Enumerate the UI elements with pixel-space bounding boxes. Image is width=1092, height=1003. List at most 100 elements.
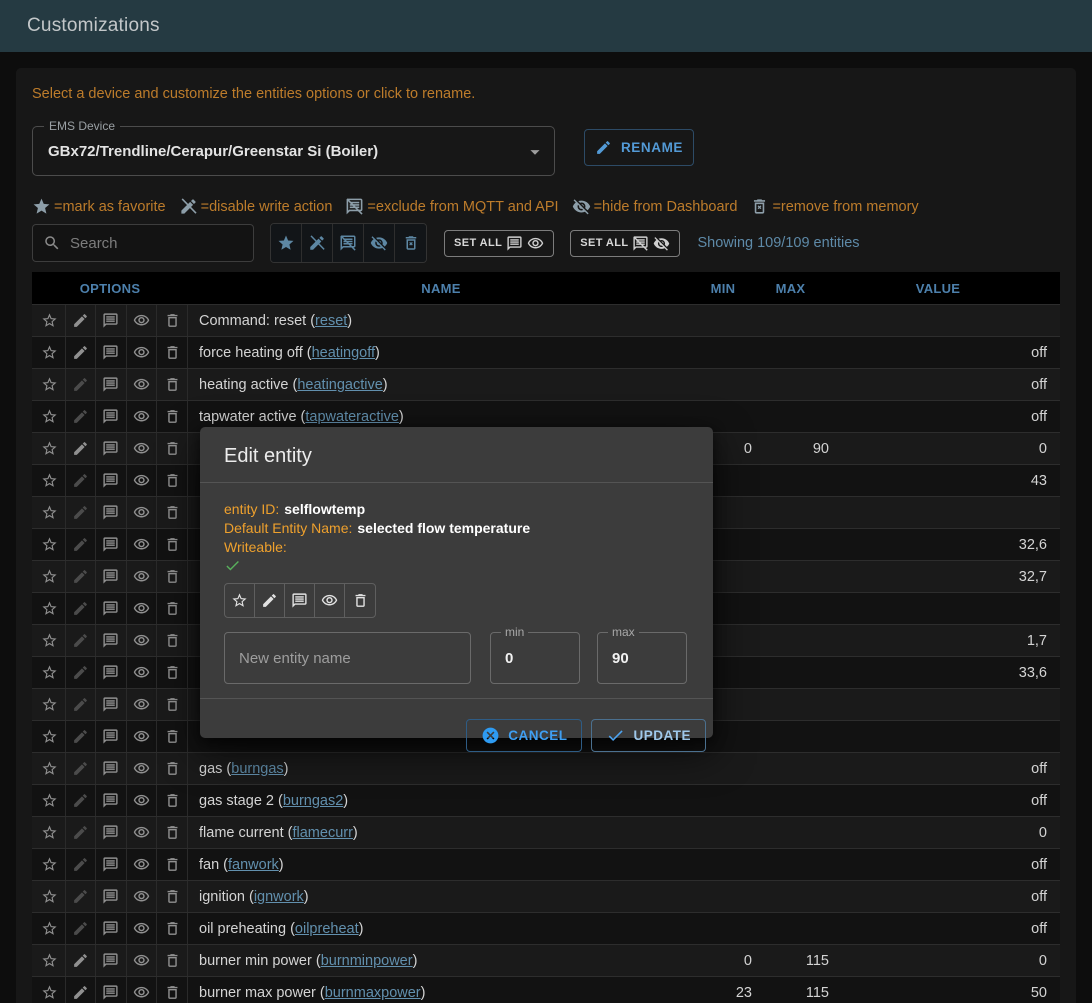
mqtt-toggle[interactable]: [96, 433, 127, 464]
max-input[interactable]: [598, 650, 686, 667]
mqtt-toggle[interactable]: [96, 945, 127, 976]
visibility-toggle[interactable]: [127, 753, 158, 784]
favorite-toggle[interactable]: [35, 593, 66, 624]
delete-toggle[interactable]: [157, 817, 188, 848]
favorite-toggle[interactable]: [225, 584, 255, 617]
favorite-toggle[interactable]: [35, 529, 66, 560]
filter-exclude-mqtt-button[interactable]: [333, 224, 364, 262]
write-toggle[interactable]: [66, 401, 97, 432]
filter-hide-dashboard-button[interactable]: [364, 224, 395, 262]
new-entity-name-input[interactable]: [225, 650, 470, 667]
favorite-toggle[interactable]: [35, 657, 66, 688]
visibility-toggle[interactable]: [127, 497, 158, 528]
write-toggle[interactable]: [66, 625, 97, 656]
entity-name[interactable]: burner max power (burnmaxpower): [188, 977, 694, 1003]
favorite-toggle[interactable]: [35, 913, 66, 944]
write-toggle[interactable]: [66, 945, 97, 976]
delete-toggle[interactable]: [157, 337, 188, 368]
write-toggle[interactable]: [66, 497, 97, 528]
visibility-toggle[interactable]: [127, 913, 158, 944]
entity-name[interactable]: Command: reset (reset): [188, 305, 694, 336]
favorite-toggle[interactable]: [35, 433, 66, 464]
visibility-toggle[interactable]: [127, 529, 158, 560]
delete-toggle[interactable]: [157, 785, 188, 816]
mqtt-toggle[interactable]: [96, 721, 127, 752]
favorite-toggle[interactable]: [35, 785, 66, 816]
mqtt-toggle[interactable]: [96, 977, 127, 1003]
set-all-show-button[interactable]: SET ALL: [444, 230, 554, 257]
visibility-toggle[interactable]: [127, 785, 158, 816]
visibility-toggle[interactable]: [127, 465, 158, 496]
write-toggle[interactable]: [66, 977, 97, 1003]
mqtt-toggle[interactable]: [96, 593, 127, 624]
favorite-toggle[interactable]: [35, 721, 66, 752]
write-toggle[interactable]: [66, 881, 97, 912]
visibility-toggle[interactable]: [127, 817, 158, 848]
delete-toggle[interactable]: [157, 977, 188, 1003]
favorite-toggle[interactable]: [35, 401, 66, 432]
mqtt-toggle[interactable]: [96, 529, 127, 560]
mqtt-toggle[interactable]: [96, 497, 127, 528]
filter-disable-write-button[interactable]: [302, 224, 333, 262]
entity-shortname-link[interactable]: burnminpower: [321, 953, 413, 969]
write-toggle[interactable]: [66, 657, 97, 688]
entity-name[interactable]: force heating off (heatingoff): [188, 337, 694, 368]
mqtt-toggle[interactable]: [96, 305, 127, 336]
mqtt-toggle[interactable]: [96, 753, 127, 784]
mqtt-toggle[interactable]: [96, 657, 127, 688]
cancel-button[interactable]: CANCEL: [466, 719, 582, 752]
delete-toggle[interactable]: [157, 849, 188, 880]
entity-shortname-link[interactable]: flamecurr: [292, 825, 352, 841]
mqtt-toggle[interactable]: [96, 625, 127, 656]
write-toggle[interactable]: [66, 785, 97, 816]
favorite-toggle[interactable]: [35, 337, 66, 368]
delete-toggle[interactable]: [157, 913, 188, 944]
visibility-toggle[interactable]: [127, 593, 158, 624]
delete-toggle[interactable]: [157, 593, 188, 624]
entity-shortname-link[interactable]: tapwateractive: [305, 409, 399, 425]
delete-toggle[interactable]: [345, 584, 375, 617]
write-toggle[interactable]: [66, 561, 97, 592]
visibility-toggle[interactable]: [127, 977, 158, 1003]
delete-toggle[interactable]: [157, 753, 188, 784]
min-input[interactable]: [491, 650, 579, 667]
entity-shortname-link[interactable]: ignwork: [254, 889, 304, 905]
favorite-toggle[interactable]: [35, 465, 66, 496]
delete-toggle[interactable]: [157, 497, 188, 528]
write-toggle[interactable]: [66, 913, 97, 944]
entity-shortname-link[interactable]: burnmaxpower: [325, 985, 421, 1001]
mqtt-toggle[interactable]: [96, 913, 127, 944]
write-toggle[interactable]: [255, 584, 285, 617]
mqtt-toggle[interactable]: [96, 401, 127, 432]
write-toggle[interactable]: [66, 721, 97, 752]
write-toggle[interactable]: [66, 689, 97, 720]
write-toggle[interactable]: [66, 753, 97, 784]
visibility-toggle[interactable]: [127, 337, 158, 368]
mqtt-toggle[interactable]: [96, 561, 127, 592]
visibility-toggle[interactable]: [315, 584, 345, 617]
mqtt-toggle[interactable]: [96, 337, 127, 368]
mqtt-toggle[interactable]: [96, 785, 127, 816]
delete-toggle[interactable]: [157, 881, 188, 912]
favorite-toggle[interactable]: [35, 497, 66, 528]
delete-toggle[interactable]: [157, 305, 188, 336]
visibility-toggle[interactable]: [127, 945, 158, 976]
write-toggle[interactable]: [66, 593, 97, 624]
mqtt-toggle[interactable]: [96, 881, 127, 912]
write-toggle[interactable]: [66, 305, 97, 336]
mqtt-toggle[interactable]: [96, 817, 127, 848]
favorite-toggle[interactable]: [35, 753, 66, 784]
visibility-toggle[interactable]: [127, 433, 158, 464]
entity-shortname-link[interactable]: reset: [315, 313, 347, 329]
entity-shortname-link[interactable]: burngas: [231, 761, 283, 777]
delete-toggle[interactable]: [157, 721, 188, 752]
ems-device-select[interactable]: EMS Device GBx72/Trendline/Cerapur/Green…: [32, 126, 555, 176]
entity-name[interactable]: oil preheating (oilpreheat): [188, 913, 694, 944]
visibility-toggle[interactable]: [127, 369, 158, 400]
search-input[interactable]: [70, 235, 230, 252]
write-toggle[interactable]: [66, 433, 97, 464]
favorite-toggle[interactable]: [35, 561, 66, 592]
filter-favorite-button[interactable]: [271, 224, 302, 262]
set-all-hide-button[interactable]: SET ALL: [570, 230, 680, 257]
mqtt-toggle[interactable]: [285, 584, 315, 617]
